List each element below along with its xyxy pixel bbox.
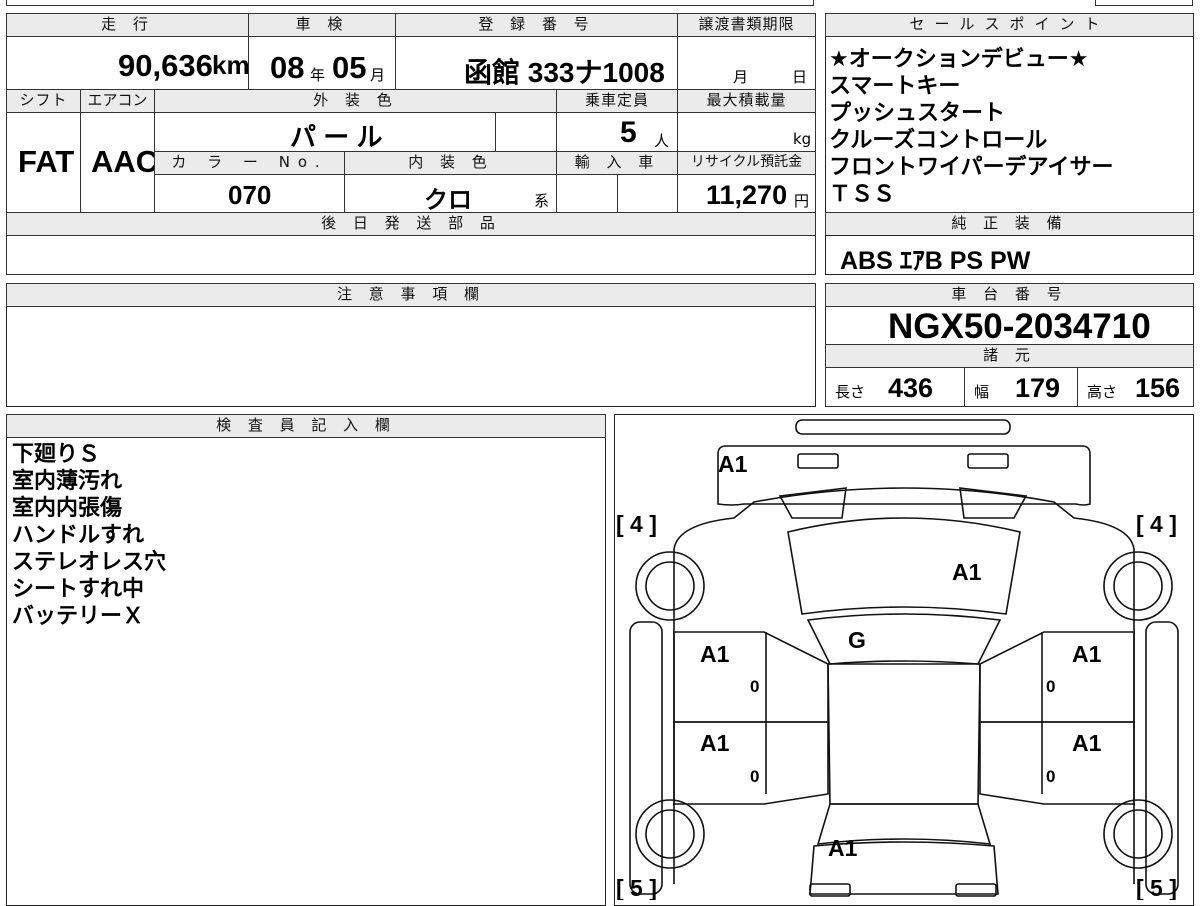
inspector-line: 下廻りＳ <box>12 442 101 467</box>
plate-header: 登 録 番 号 <box>395 13 678 37</box>
length-label: 長さ <box>835 383 866 401</box>
inspection-month: 05 <box>332 50 367 85</box>
inspector-lines: 下廻りＳ 室内薄汚れ 室内内張傷 ハンドルすれ ステレオレス穴 シートすれ中 バ… <box>12 441 602 630</box>
rear-mark: A1 <box>828 835 858 861</box>
rear-right-door-mark: A1 <box>1072 730 1102 756</box>
tire-rear-right-mark: [ 5 ] <box>1136 875 1177 900</box>
inspection-year: 08 <box>270 50 305 85</box>
inspection-month-unit: 月 <box>370 66 386 84</box>
recycle-header: リサイクル預託金 <box>677 151 816 175</box>
height-label: 高さ <box>1087 383 1118 401</box>
top-cropped-strip-right <box>1095 0 1193 6</box>
interior-color-header: 内 装 色 <box>344 151 557 175</box>
top-cropped-strip <box>6 0 814 6</box>
door-handle-mark: 0 <box>750 767 759 786</box>
transfer-deadline-header: 譲渡書類期限 <box>677 13 816 37</box>
sales-point-item: フロントワイパーデアイサー <box>829 155 1114 180</box>
import-cell-b <box>617 174 678 213</box>
tire-front-right-mark: [ 4 ] <box>1136 511 1177 537</box>
hood-mark: A1 <box>952 559 982 585</box>
inspector-line: バッテリーＸ <box>12 604 145 629</box>
door-handle-mark: 0 <box>1046 767 1055 786</box>
car-diagram: [ 4 ] [ 4 ] [ 5 ] [ 5 ] A1 A1 G A1 A1 A1… <box>616 419 1179 900</box>
front-left-door-mark: A1 <box>700 641 730 667</box>
ac-header: エアコン <box>80 89 155 113</box>
recycle-value: 11,270 <box>706 180 788 210</box>
standard-equipment-value: ABS ｴｱB PS PW <box>840 247 1031 275</box>
exterior-color-value: パ ー ル <box>290 122 383 152</box>
ac-value: AAC <box>91 144 159 179</box>
front-right-door-mark: A1 <box>1072 641 1102 667</box>
inspector-line: ステレオレス穴 <box>12 550 167 575</box>
interior-color-unit: 系 <box>534 192 550 210</box>
sales-points-list: ★オークションデビュー★ スマートキー プッシュスタート クルーズコントロール … <box>829 46 1191 208</box>
tire-front-left-mark: [ 4 ] <box>616 511 657 537</box>
later-parts-header: 後 日 発 送 部 品 <box>6 212 816 236</box>
tire-rear-left-mark: [ 5 ] <box>616 875 657 900</box>
color-no-header: カ ラ ー No. <box>154 151 345 175</box>
color-no-value: 070 <box>228 180 272 210</box>
width-label: 幅 <box>974 383 990 401</box>
interior-color-value: クロ <box>424 187 472 214</box>
standard-equipment-header: 純 正 装 備 <box>825 212 1194 236</box>
inspector-line: ハンドルすれ <box>12 523 145 548</box>
width-value: 179 <box>1015 373 1061 403</box>
transfer-day-unit: 日 <box>792 68 808 86</box>
inspector-line: シートすれ中 <box>12 577 145 602</box>
inspection-year-unit: 年 <box>310 66 326 84</box>
rear-left-door-mark: A1 <box>700 730 730 756</box>
later-parts-cell <box>6 235 816 275</box>
mileage-value: 90,636 <box>118 48 213 83</box>
mileage-unit: km <box>212 50 250 80</box>
chassis-header: 車 台 番 号 <box>825 283 1194 307</box>
shift-value: FAT <box>18 144 75 179</box>
capacity-unit: 人 <box>654 132 670 150</box>
notes-header: 注 意 事 項 欄 <box>6 283 816 307</box>
max-load-unit: kg <box>793 130 812 148</box>
sales-point-item: プッシュスタート <box>829 101 1006 126</box>
plate-value: 函館 333ナ1008 <box>464 57 665 88</box>
transfer-month-unit: 月 <box>733 68 749 86</box>
inspector-line: 室内内張傷 <box>12 496 123 521</box>
recycle-unit: 円 <box>794 192 810 210</box>
import-cell-a <box>556 174 618 213</box>
capacity-header: 乗車定員 <box>556 89 678 113</box>
specs-header: 諸 元 <box>825 344 1194 368</box>
length-value: 436 <box>888 373 934 403</box>
inspector-line: 室内薄汚れ <box>12 469 123 494</box>
exterior-color-header: 外 装 色 <box>154 89 557 113</box>
door-handle-mark: 0 <box>750 677 759 696</box>
sales-point-item: ＴＳＳ <box>829 182 896 207</box>
door-handle-mark: 0 <box>1046 677 1055 696</box>
sales-point-item: ★オークションデビュー★ <box>829 47 1089 72</box>
shift-header: シフト <box>6 89 81 113</box>
sales-point-item: スマートキー <box>829 74 961 99</box>
mileage-header: 走 行 <box>6 13 249 37</box>
sales-point-item: クルーズコントロール <box>829 128 1048 153</box>
windshield-mark: G <box>848 627 866 653</box>
import-header: 輸 入 車 <box>556 151 678 175</box>
exterior-color-extra-cell <box>495 112 557 152</box>
height-value: 156 <box>1135 373 1181 403</box>
chassis-value: NGX50-2034710 <box>888 307 1151 346</box>
capacity-value: 5 <box>620 116 637 149</box>
front-bumper-mark: A1 <box>718 451 748 477</box>
inspection-header: 車 検 <box>248 13 396 37</box>
max-load-header: 最大積載量 <box>677 89 816 113</box>
sales-points-header: セールスポイント <box>825 13 1194 37</box>
inspector-header: 検 査 員 記 入 欄 <box>6 414 606 438</box>
